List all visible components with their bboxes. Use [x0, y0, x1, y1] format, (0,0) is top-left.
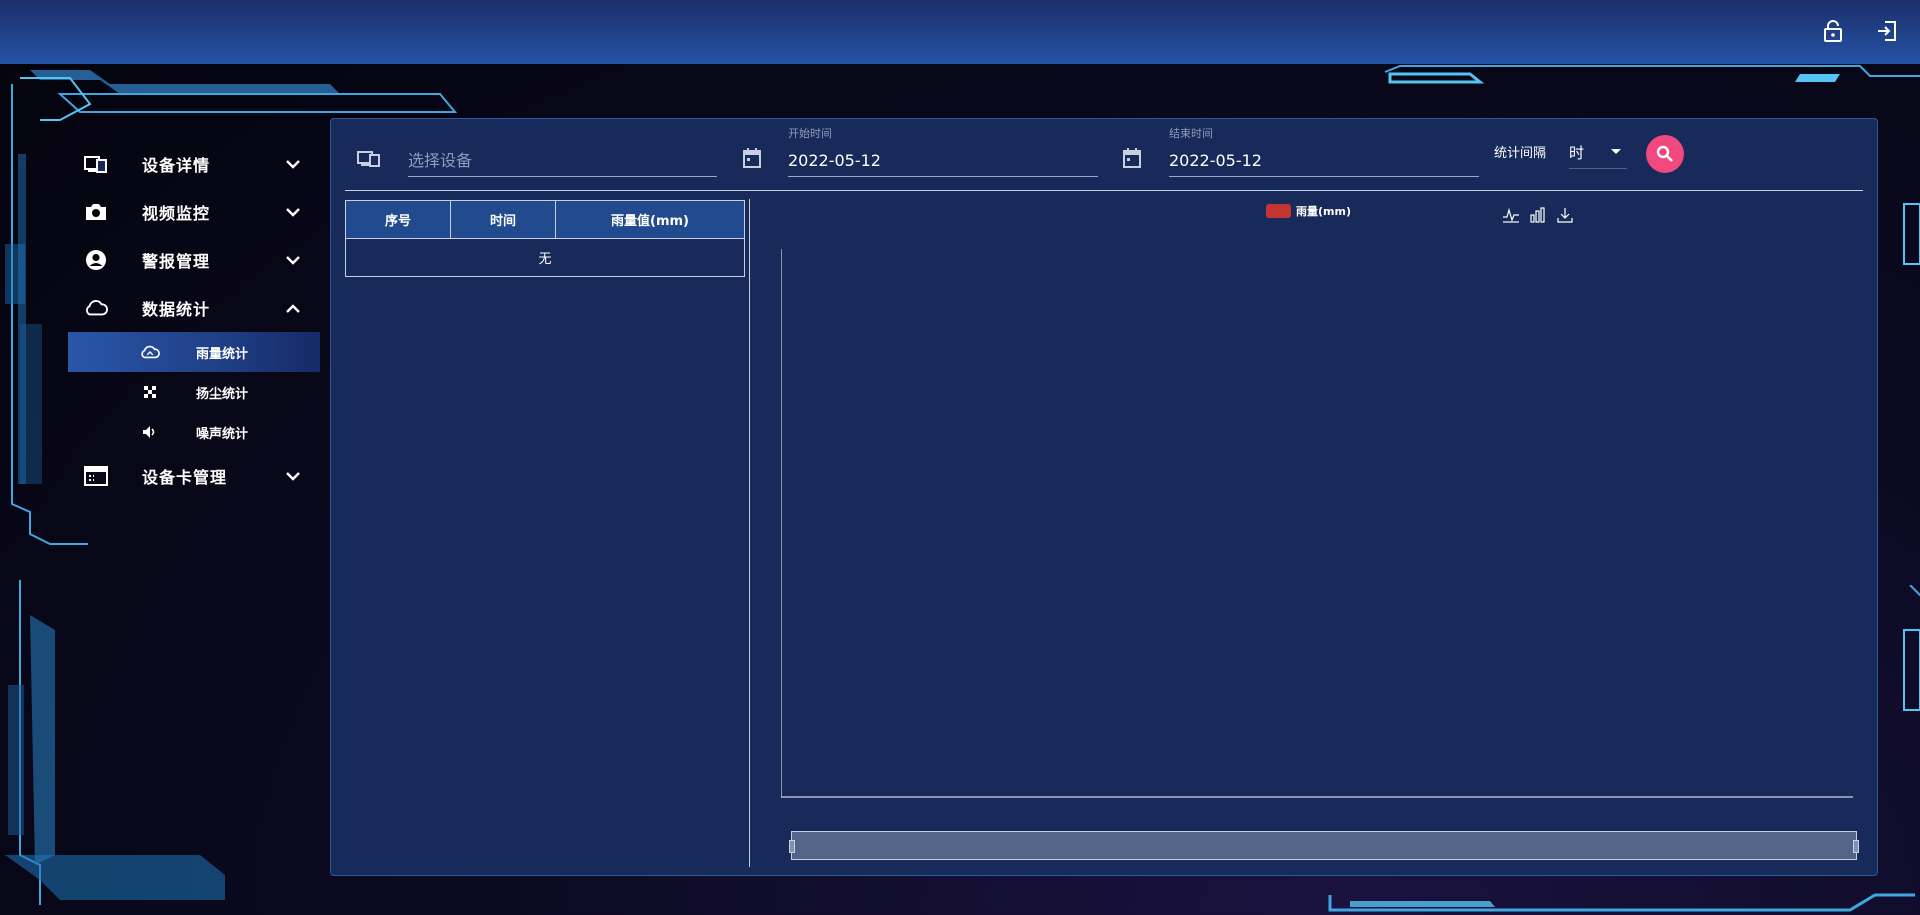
sidebar-nav: 设备详情 视频监控 警报管理 数据统计 雨量统计 扬尘统计 噪声统计 设备卡管理	[68, 140, 320, 500]
sidebar-subitem-dust[interactable]: 扬尘统计	[68, 372, 320, 412]
caret-down-icon	[1611, 149, 1621, 154]
chevron-down-icon	[283, 154, 303, 174]
devices-icon	[84, 152, 108, 176]
table-row: 无	[345, 238, 745, 277]
unlock-icon[interactable]	[1820, 18, 1846, 44]
column-header-rainfall: 雨量值(mm)	[555, 200, 745, 239]
calendar-icon[interactable]	[741, 147, 763, 169]
column-header-time: 时间	[450, 200, 556, 239]
sidebar-subitem-rainfall[interactable]: 雨量统计	[68, 332, 320, 372]
table-header-row: 序号 时间 雨量值(mm)	[345, 200, 745, 239]
rainfall-table: 序号 时间 雨量值(mm) 无	[345, 200, 745, 277]
chevron-down-icon	[283, 250, 303, 270]
start-date-caption: 开始时间	[788, 127, 832, 140]
logout-icon[interactable]	[1874, 18, 1900, 44]
top-bar	[0, 0, 1920, 64]
legend-label: 雨量(mm)	[1296, 205, 1351, 218]
sidebar-item-label: 视频监控	[142, 204, 211, 223]
calendar-icon[interactable]	[1121, 147, 1143, 169]
chevron-down-icon	[283, 202, 303, 222]
sidebar-item-label: 设备卡管理	[142, 468, 228, 487]
empty-cell: 无	[345, 238, 745, 277]
end-date-caption: 结束时间	[1169, 127, 1213, 140]
interval-value: 时	[1569, 144, 1585, 162]
line-chart-icon[interactable]	[1501, 205, 1521, 225]
device-select-input[interactable]	[408, 151, 717, 170]
end-date-input[interactable]	[1169, 151, 1479, 170]
start-date-input[interactable]	[788, 151, 1098, 170]
bar-chart-icon[interactable]	[1528, 205, 1548, 225]
column-header-index: 序号	[345, 200, 451, 239]
main-panel: 开始时间 结束时间 统计间隔 时 序号 时间 雨量值(mm) 无	[330, 118, 1878, 876]
interval-select[interactable]: 时	[1569, 135, 1627, 169]
sidebar-item-label: 数据统计	[142, 300, 211, 319]
zoom-handle-right[interactable]	[1853, 840, 1859, 853]
account-circle-icon	[84, 248, 108, 272]
card-icon	[84, 464, 108, 488]
sidebar-item-device-details[interactable]: 设备详情	[70, 140, 320, 188]
divider	[345, 190, 1863, 191]
volume-icon	[140, 422, 160, 442]
decor-frame-bottom-left	[5, 580, 225, 905]
cloud-icon	[84, 296, 108, 320]
download-icon[interactable]	[1555, 205, 1575, 225]
start-date-field[interactable]: 开始时间	[788, 127, 1098, 177]
vertical-divider	[749, 199, 750, 867]
sidebar-subitem-label: 噪声统计	[196, 426, 249, 442]
rainfall-chart	[781, 249, 1853, 798]
sidebar-item-video-monitoring[interactable]: 视频监控	[70, 188, 320, 236]
legend-swatch	[1266, 204, 1291, 218]
sidebar-item-data-statistics[interactable]: 数据统计	[70, 284, 320, 332]
cloud-outline-icon	[140, 342, 160, 362]
sidebar-item-label: 警报管理	[142, 252, 211, 271]
sidebar-item-device-card-management[interactable]: 设备卡管理	[70, 452, 320, 500]
search-icon	[1656, 145, 1673, 162]
chart-legend[interactable]: 雨量(mm)	[1266, 203, 1351, 219]
sidebar-subitem-noise[interactable]: 噪声统计	[68, 412, 320, 452]
sidebar-subitem-label: 扬尘统计	[196, 386, 249, 402]
chart-zoom-slider[interactable]	[789, 831, 1859, 860]
zoom-handle-left[interactable]	[789, 840, 795, 853]
sidebar-subitem-label: 雨量统计	[196, 346, 249, 362]
sidebar-item-alarm-management[interactable]: 警报管理	[70, 236, 320, 284]
end-date-field[interactable]: 结束时间	[1169, 127, 1479, 177]
chevron-down-icon	[283, 466, 303, 486]
search-button[interactable]	[1646, 135, 1684, 173]
interval-label: 统计间隔	[1494, 146, 1547, 161]
dust-icon	[140, 382, 160, 402]
chevron-up-icon	[283, 298, 303, 318]
devices-icon	[357, 149, 381, 169]
device-select-field[interactable]	[408, 147, 717, 177]
camera-icon	[84, 200, 108, 224]
sidebar-item-label: 设备详情	[142, 156, 211, 175]
